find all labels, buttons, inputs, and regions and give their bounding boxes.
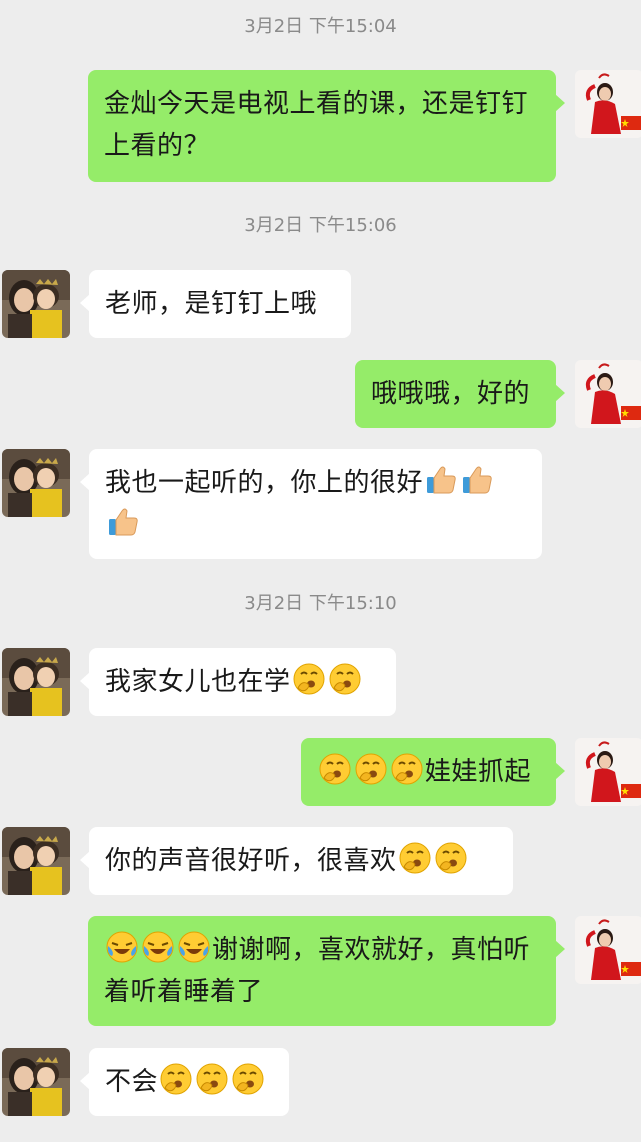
message-bubble-incoming[interactable]: 我家女儿也在学 bbox=[80, 648, 396, 716]
yawn-face-icon bbox=[318, 752, 352, 786]
crying-laughing-icon bbox=[141, 930, 175, 964]
contact-avatar[interactable] bbox=[2, 1048, 70, 1116]
yawn-face-icon bbox=[231, 1062, 265, 1096]
yawn-face-icon bbox=[292, 662, 326, 696]
yawn-face-icon bbox=[195, 1062, 229, 1096]
my-avatar[interactable] bbox=[575, 738, 641, 806]
message-text: 老师，是钉钉上哦 bbox=[105, 289, 318, 319]
yawn-face-icon bbox=[398, 841, 432, 875]
crying-laughing-icon bbox=[105, 930, 139, 964]
yawn-face-icon bbox=[354, 752, 388, 786]
message-bubble-incoming[interactable]: 老师，是钉钉上哦 bbox=[80, 270, 351, 338]
contact-avatar[interactable] bbox=[2, 270, 70, 338]
my-avatar[interactable] bbox=[575, 70, 641, 138]
message-bubble-outgoing[interactable]: 娃娃抓起 bbox=[301, 738, 565, 806]
timestamp: 3月2日 下午15:10 bbox=[244, 593, 397, 614]
message-bubble-outgoing[interactable]: 谢谢啊，喜欢就好，真怕听着听着睡着了 bbox=[88, 916, 565, 1026]
yawn-face-icon bbox=[328, 662, 362, 696]
message-text: 不会 bbox=[105, 1067, 159, 1097]
contact-avatar[interactable] bbox=[2, 449, 70, 517]
crying-laughing-icon bbox=[177, 930, 211, 964]
message-text: 我家女儿也在学 bbox=[105, 667, 291, 697]
message-bubble-outgoing[interactable]: 哦哦哦，好的 bbox=[355, 360, 565, 428]
thumbs-up-icon bbox=[106, 505, 140, 539]
message-text: 金灿今天是电视上看的课，还是钉钉上看的？ bbox=[104, 89, 529, 161]
message-bubble-incoming[interactable]: 我也一起听的，你上的很好 bbox=[80, 449, 542, 559]
message-text: 我也一起听的，你上的很好 bbox=[105, 468, 424, 498]
message-text: 娃娃抓起 bbox=[425, 757, 532, 787]
message-bubble-incoming[interactable]: 你的声音很好听，很喜欢 bbox=[80, 827, 513, 895]
my-avatar[interactable] bbox=[575, 916, 641, 984]
thumbs-up-icon bbox=[424, 463, 458, 497]
my-avatar[interactable] bbox=[575, 360, 641, 428]
contact-avatar[interactable] bbox=[2, 648, 70, 716]
timestamp: 3月2日 下午15:04 bbox=[244, 16, 397, 37]
message-text: 哦哦哦，好的 bbox=[371, 379, 531, 409]
yawn-face-icon bbox=[434, 841, 468, 875]
message-bubble-incoming[interactable]: 不会 bbox=[80, 1048, 289, 1116]
contact-avatar[interactable] bbox=[2, 827, 70, 895]
message-text: 你的声音很好听，很喜欢 bbox=[105, 846, 397, 876]
yawn-face-icon bbox=[159, 1062, 193, 1096]
message-bubble-outgoing[interactable]: 金灿今天是电视上看的课，还是钉钉上看的？ bbox=[88, 70, 565, 182]
thumbs-up-icon bbox=[460, 463, 494, 497]
timestamp: 3月2日 下午15:06 bbox=[244, 215, 397, 236]
yawn-face-icon bbox=[390, 752, 424, 786]
